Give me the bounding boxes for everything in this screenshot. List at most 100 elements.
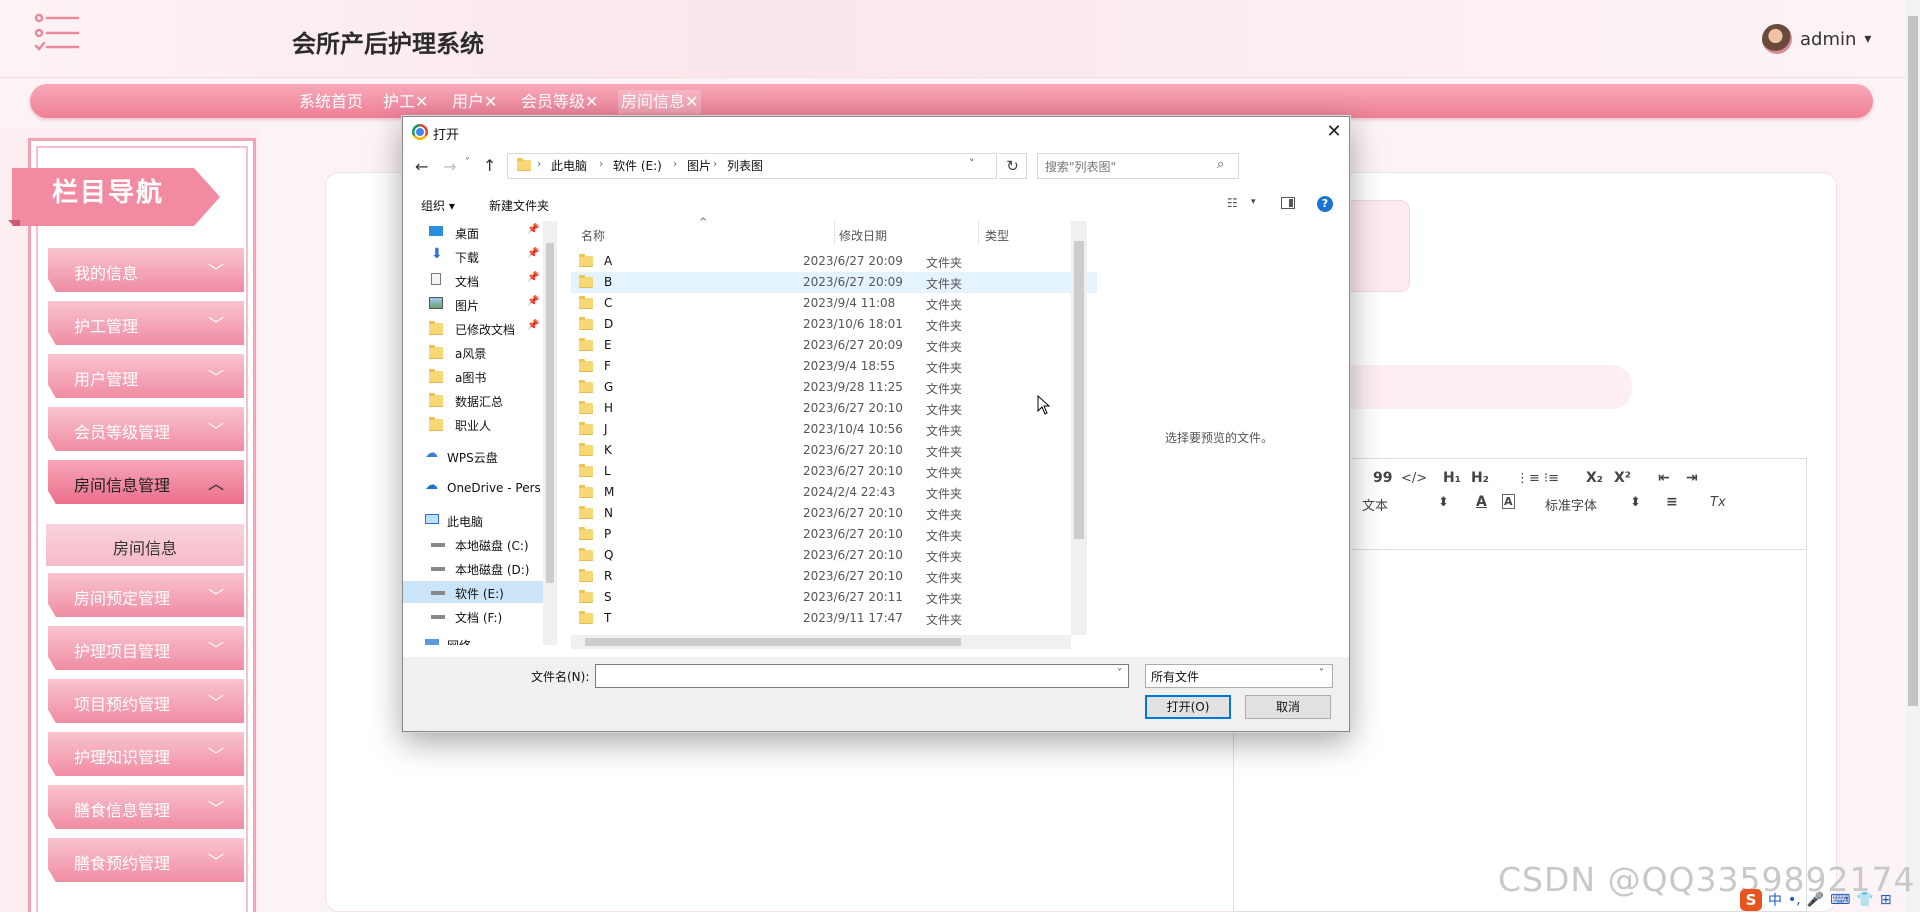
sidebar-subitem-room-info[interactable]: 房间信息 <box>46 524 244 566</box>
chevron-down-icon[interactable]: ˅ <box>1117 668 1122 679</box>
sidebar-item-user-mgmt[interactable]: 用户管理 ﹀ <box>48 354 244 398</box>
filename-input[interactable] <box>595 664 1129 688</box>
file-row[interactable]: K 2023/6/27 20:10 文件夹 <box>571 440 1097 461</box>
subscript-button[interactable]: X₂ <box>1586 470 1603 486</box>
tree-item-pictures[interactable]: 图片 📌 <box>403 293 555 315</box>
recent-locations-icon[interactable]: ˅ <box>465 157 470 168</box>
tree-item-this-pc[interactable]: 此电脑 <box>403 509 555 531</box>
tab-user[interactable]: 用户✕ <box>449 90 500 114</box>
tree-item-drive-e[interactable]: 软件 (E:) <box>403 581 555 603</box>
sidebar-item-meal-booking-mgmt[interactable]: 膳食预约管理 ﹀ <box>48 838 244 882</box>
bullet-list-icon[interactable]: ⁝≡ <box>1544 471 1559 486</box>
file-row[interactable]: Q 2023/6/27 20:10 文件夹 <box>571 545 1097 566</box>
ime-toolbar[interactable]: S 中 •, 🎤 ⌨ 👕 ⊞ <box>1740 888 1910 912</box>
file-list-hscrollbar-thumb[interactable] <box>585 638 961 646</box>
tree-item-desktop[interactable]: 桌面 📌 <box>403 221 555 243</box>
column-divider[interactable] <box>834 221 835 245</box>
cancel-button[interactable]: 取消 <box>1245 695 1331 719</box>
sidebar-item-room-booking-mgmt[interactable]: 房间预定管理 ﹀ <box>48 573 244 617</box>
sidebar-item-member-level-mgmt[interactable]: 会员等级管理 ﹀ <box>48 407 244 451</box>
chevron-down-icon[interactable]: ▾ <box>1251 197 1256 207</box>
sidebar-item-nurse-mgmt[interactable]: 护工管理 ﹀ <box>48 301 244 345</box>
ime-punct-icon[interactable]: •, <box>1788 892 1801 908</box>
breadcrumb-drive-e[interactable]: 软件 (E:) <box>613 157 662 174</box>
up-arrow-icon[interactable]: ↑ <box>483 156 496 175</box>
tree-item-drive-d[interactable]: 本地磁盘 (D:) <box>403 557 555 579</box>
back-arrow-icon[interactable]: ← <box>415 157 428 176</box>
sidebar-item-care-knowledge-mgmt[interactable]: 护理知识管理 ﹀ <box>48 732 244 776</box>
file-row[interactable]: L 2023/6/27 20:10 文件夹 <box>571 461 1097 482</box>
tree-item-wps-cloud[interactable]: ☁ WPS云盘 <box>403 445 555 467</box>
sidebar-item-meal-info-mgmt[interactable]: 膳食信息管理 ﹀ <box>48 785 244 829</box>
file-row[interactable]: E 2023/6/27 20:09 文件夹 <box>571 335 1097 356</box>
toolbox-icon[interactable]: ⊞ <box>1880 892 1892 908</box>
ordered-list-icon[interactable]: ⋮≡ <box>1516 471 1540 486</box>
new-folder-button[interactable]: 新建文件夹 <box>489 197 549 214</box>
chevron-down-icon[interactable]: ˅ <box>969 157 975 170</box>
tree-item-drive-f[interactable]: 文档 (F:) <box>403 605 555 627</box>
sidebar-item-project-booking-mgmt[interactable]: 项目预约管理 ﹀ <box>48 679 244 723</box>
ime-language[interactable]: 中 <box>1768 890 1782 910</box>
search-icon[interactable]: ⌕ <box>1217 157 1224 172</box>
file-row[interactable]: P 2023/6/27 20:10 文件夹 <box>571 524 1097 545</box>
column-header-type[interactable]: 类型 <box>985 227 1009 244</box>
file-row[interactable]: H 2023/6/27 20:10 文件夹 <box>571 398 1097 419</box>
tab-home[interactable]: 系统首页 <box>296 90 366 114</box>
tree-item-onedrive[interactable]: ☁ OneDrive - Pers <box>403 477 555 499</box>
header-2-button[interactable]: H₂ <box>1471 470 1489 486</box>
sidebar-item-room-info-mgmt[interactable]: 房间信息管理 ︿ <box>48 460 244 504</box>
tree-item-a-scenery[interactable]: a风景 <box>403 341 555 363</box>
outdent-icon[interactable]: ⇤ <box>1658 470 1670 486</box>
tree-item-a-books[interactable]: a图书 <box>403 365 555 387</box>
tree-item-documents[interactable]: 文档 📌 <box>403 269 555 291</box>
navigation-pane-scrollbar-thumb[interactable] <box>546 243 554 583</box>
background-color-icon[interactable]: A <box>1502 494 1515 509</box>
breadcrumb-this-pc[interactable]: 此电脑 <box>551 157 587 174</box>
help-icon[interactable]: ? <box>1317 196 1333 212</box>
chevron-down-icon[interactable]: ˅ <box>1319 668 1324 679</box>
size-select[interactable]: 文本 <box>1362 495 1388 514</box>
tree-item-professional[interactable]: 职业人 <box>403 413 555 435</box>
tree-item-modified-docs[interactable]: 已修改文档 📌 <box>403 317 555 339</box>
file-row[interactable]: N 2023/6/27 20:10 文件夹 <box>571 503 1097 524</box>
dialog-titlebar[interactable] <box>403 117 1349 147</box>
close-icon[interactable]: ✕ <box>1323 121 1345 143</box>
code-block-icon[interactable]: </> <box>1401 471 1427 486</box>
breadcrumb-pictures[interactable]: 图片 <box>687 157 711 174</box>
organize-button[interactable]: 组织 ▾ <box>421 197 455 214</box>
file-row[interactable]: S 2023/6/27 20:11 文件夹 <box>571 587 1097 608</box>
font-color-icon[interactable]: A <box>1476 494 1487 510</box>
view-options-icon[interactable]: ☷ <box>1227 196 1238 210</box>
column-header-date[interactable]: 修改日期 <box>839 227 887 244</box>
superscript-button[interactable]: X² <box>1614 470 1631 486</box>
page-scrollbar-thumb[interactable] <box>1908 16 1918 706</box>
file-list-vscrollbar-thumb[interactable] <box>1074 241 1084 539</box>
tree-item-data-summary[interactable]: 数据汇总 <box>403 389 555 411</box>
user-menu[interactable]: admin ▾ <box>1762 24 1871 54</box>
tab-room-info[interactable]: 房间信息✕ <box>618 90 702 114</box>
sidebar-item-my-info[interactable]: 我的信息 ﹀ <box>48 248 244 292</box>
file-row[interactable]: D 2023/10/6 18:01 文件夹 <box>571 314 1097 335</box>
header-1-button[interactable]: H₁ <box>1443 470 1461 486</box>
column-divider[interactable] <box>978 221 979 245</box>
skin-icon[interactable]: 👕 <box>1856 892 1873 908</box>
blockquote-icon[interactable]: 99 <box>1373 470 1392 486</box>
tree-item-drive-c[interactable]: 本地磁盘 (C:) <box>403 533 555 555</box>
file-row[interactable]: R 2023/6/27 20:10 文件夹 <box>571 566 1097 587</box>
font-family-select[interactable]: 标准字体 <box>1545 495 1597 514</box>
menu-list-icon[interactable] <box>34 12 80 54</box>
indent-icon[interactable]: ⇥ <box>1686 470 1698 486</box>
column-header-name[interactable]: 名称 <box>581 227 605 244</box>
file-row[interactable]: T 2023/9/11 17:47 文件夹 <box>571 608 1097 629</box>
file-row[interactable]: M 2024/2/4 22:43 文件夹 <box>571 482 1097 503</box>
sidebar-item-care-project-mgmt[interactable]: 护理项目管理 ﹀ <box>48 626 244 670</box>
file-row[interactable]: C 2023/9/4 11:08 文件夹 <box>571 293 1097 314</box>
align-icon[interactable]: ≡ <box>1666 494 1678 510</box>
microphone-icon[interactable]: 🎤 <box>1807 892 1824 908</box>
file-row[interactable]: J 2023/10/4 10:56 文件夹 <box>571 419 1097 440</box>
file-row[interactable]: A 2023/6/27 20:09 文件夹 <box>571 251 1097 272</box>
tree-item-network[interactable]: 网络 <box>403 633 555 645</box>
refresh-icon[interactable]: ↻ <box>999 153 1027 179</box>
file-row[interactable]: B 2023/6/27 20:09 文件夹 <box>571 272 1097 293</box>
file-row[interactable]: G 2023/9/28 11:25 文件夹 <box>571 377 1097 398</box>
